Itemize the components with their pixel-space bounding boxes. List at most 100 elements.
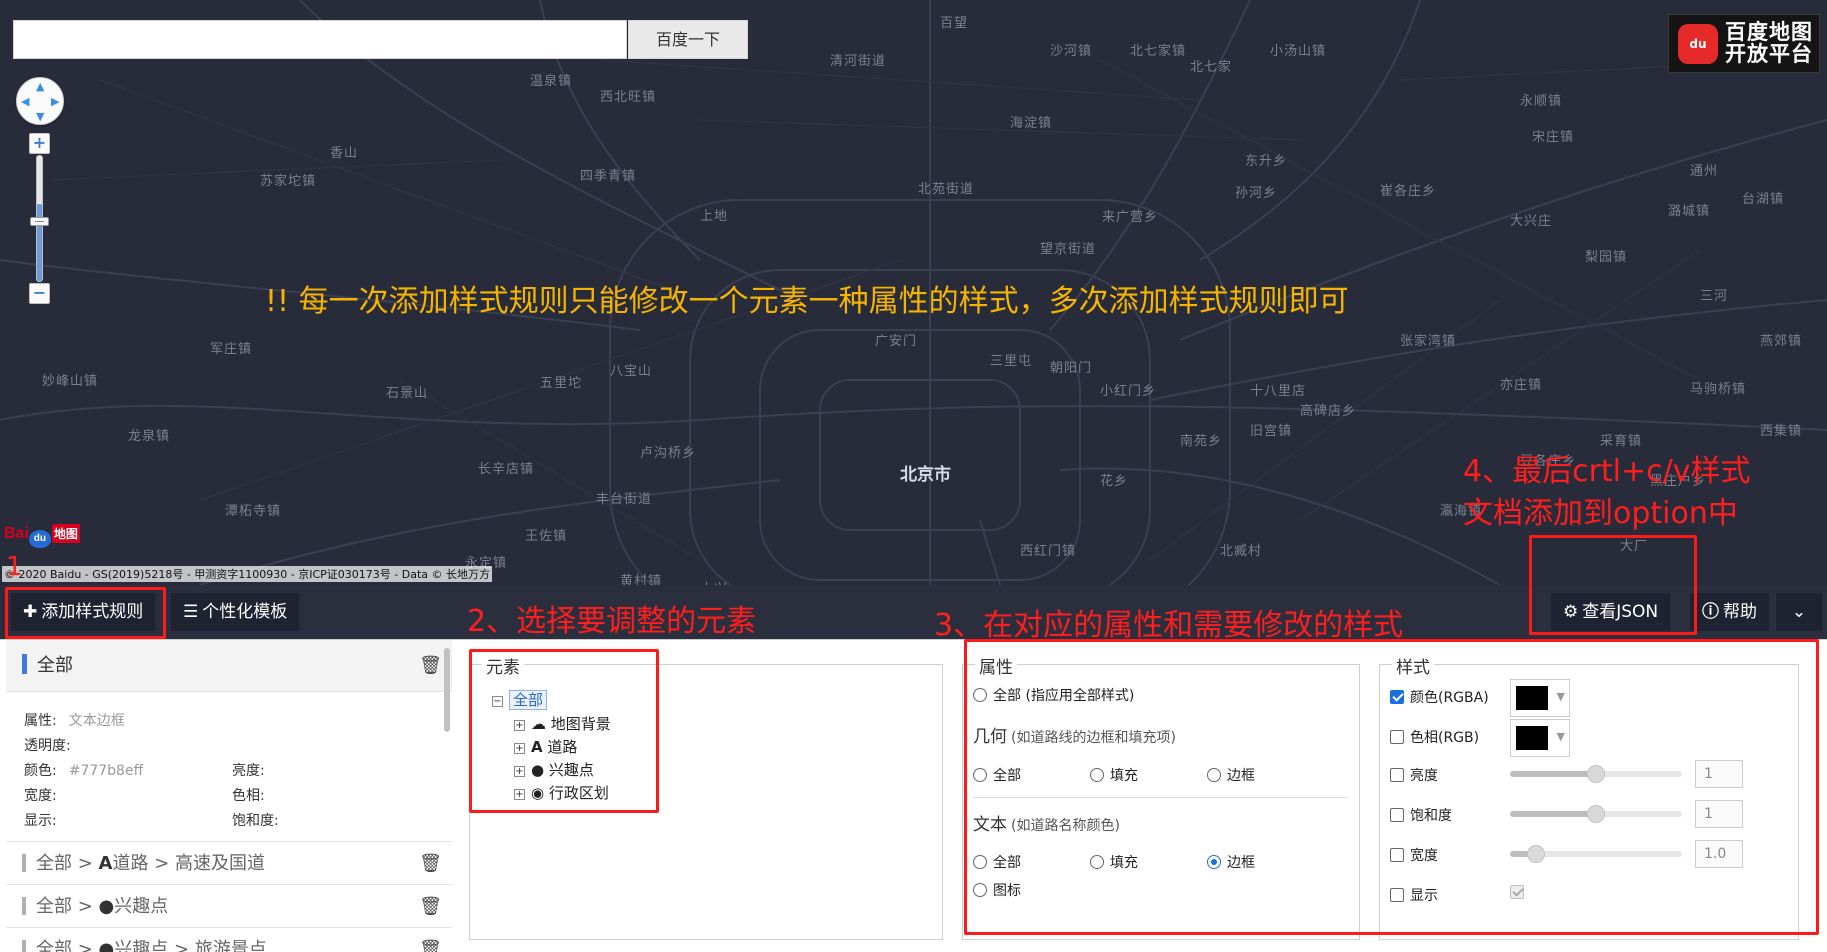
opacity-label: 透明度: bbox=[24, 738, 71, 754]
map-place-label: 南苑乡 bbox=[1180, 434, 1223, 449]
pan-right-icon[interactable]: ▶ bbox=[51, 96, 59, 107]
baidu-logo-text: Bai bbox=[4, 525, 29, 542]
trash-icon[interactable]: 🗑 bbox=[419, 842, 442, 885]
map-place-label: 潭柘寺镇 bbox=[225, 504, 282, 519]
search-input[interactable] bbox=[13, 20, 627, 59]
map-place-label: 王佐镇 bbox=[525, 529, 568, 544]
rule-marker bbox=[22, 897, 26, 915]
rule-item[interactable]: 全部 > ●兴趣点 🗑 bbox=[6, 885, 452, 928]
map-place-label: 来广营乡 bbox=[1102, 210, 1159, 225]
template-button[interactable]: ☰ 个性化模板 bbox=[171, 593, 300, 631]
map-place-label: 沙河镇 bbox=[1050, 44, 1093, 59]
attr-label: 属性: bbox=[24, 713, 57, 729]
chevron-down-icon: ⌄ bbox=[1791, 602, 1807, 622]
map-place-label: 张家湾镇 bbox=[1400, 334, 1457, 349]
pan-down-icon[interactable]: ▼ bbox=[36, 111, 44, 122]
map-place-label: 梨园镇 bbox=[1585, 250, 1628, 265]
list-icon: ☰ bbox=[183, 602, 199, 622]
annotation-tip: !! 每一次添加样式规则只能修改一个元素一种属性的样式，多次添加样式规则即可 bbox=[265, 284, 1349, 319]
map-place-label: 丰台街道 bbox=[596, 492, 653, 507]
rule-detail: 属性: 文本边框 透明度: 颜色: #777b8eff 亮度: 宽度: 色相: 显示… bbox=[6, 692, 452, 842]
map-place-label: 三里屯 bbox=[990, 354, 1033, 369]
annotation-box-step1 bbox=[5, 587, 166, 639]
map-place-label: 香山 bbox=[330, 146, 359, 161]
zoom-slider-thumb[interactable] bbox=[30, 217, 49, 226]
map-place-label: 潞城镇 bbox=[1668, 204, 1711, 219]
rule-item[interactable]: 全部 > A道路 > 高速及国道 🗑 bbox=[6, 842, 452, 885]
template-label: 个性化模板 bbox=[202, 602, 288, 622]
copyright-text: © 2020 Baidu - GS(2019)5218号 - 甲测资字11009… bbox=[2, 566, 493, 582]
map-place-label: 朝阳门 bbox=[1050, 361, 1093, 376]
map-place-label: 小红门乡 bbox=[1100, 384, 1157, 399]
map-place-label: 宋庄镇 bbox=[1532, 130, 1575, 145]
map-place-label: 温泉镇 bbox=[530, 74, 573, 89]
map-place-label: 三河 bbox=[1700, 289, 1729, 304]
map-place-label: 百望 bbox=[940, 16, 969, 31]
map-canvas[interactable]: 北京市百望北安河沙河镇北七家镇小汤山镇温泉镇西北旺镇上地清河街道北七家苏家坨镇海… bbox=[0, 0, 1827, 585]
help-button[interactable]: ⓘ 帮助 bbox=[1690, 593, 1769, 631]
annotation-box-step3 bbox=[964, 639, 1819, 935]
brightness-label: 亮度: bbox=[232, 763, 265, 779]
map-place-label: 四季青镇 bbox=[580, 169, 637, 184]
pan-control[interactable]: ▲ ▼ ◀ ▶ bbox=[16, 77, 64, 125]
trash-icon[interactable]: 🗑 bbox=[419, 640, 442, 692]
poi-icon: ● bbox=[98, 896, 115, 917]
hue-label: 色相: bbox=[232, 788, 265, 804]
map-place-label: 西集镇 bbox=[1760, 424, 1803, 439]
trash-icon[interactable]: 🗑 bbox=[419, 885, 442, 928]
visible-label: 显示: bbox=[24, 813, 57, 829]
map-place-label: 崔各庄乡 bbox=[1380, 184, 1437, 199]
saturation-label: 饱和度: bbox=[232, 813, 279, 829]
map-place-label: 卢沟桥乡 bbox=[640, 446, 697, 461]
annotation-step4-line2: 文档添加到option中 bbox=[1463, 496, 1738, 531]
rule-path: 全部 > bbox=[36, 939, 99, 952]
map-place-label: 孙河乡 bbox=[1235, 186, 1278, 201]
map-place-label: 长辛店镇 bbox=[478, 462, 535, 477]
pan-up-icon[interactable]: ▲ bbox=[36, 81, 44, 92]
map-place-label: 高碑店乡 bbox=[1300, 404, 1357, 419]
help-label: 帮助 bbox=[1723, 602, 1757, 622]
annotation-step1: 1 bbox=[6, 552, 23, 582]
color-label: 颜色: bbox=[24, 763, 57, 779]
zoom-out-button[interactable]: − bbox=[29, 283, 50, 304]
zoom-in-button[interactable]: + bbox=[29, 133, 50, 154]
rule-selected-header[interactable]: 全部 🗑 bbox=[6, 640, 452, 692]
map-place-label: 妙峰山镇 bbox=[42, 374, 99, 389]
baidu-map-logo: Bai du 地图 bbox=[4, 524, 80, 548]
rules-scrollbar[interactable] bbox=[444, 648, 450, 732]
map-place-label: 北七家 bbox=[1190, 60, 1233, 75]
rule-marker bbox=[22, 940, 26, 952]
map-place-label: 望京街道 bbox=[1040, 242, 1097, 257]
annotation-step3: 3、在对应的属性和需要修改的样式 bbox=[934, 608, 1404, 643]
map-place-label: 西红门镇 bbox=[1020, 544, 1077, 559]
map-place-label: 旧宫镇 bbox=[1250, 424, 1293, 439]
collapse-button[interactable]: ⌄ bbox=[1776, 593, 1822, 631]
map-place-label: 台湖镇 bbox=[1742, 192, 1785, 207]
lbs-logo-text: 百度地图开放平台 bbox=[1725, 20, 1813, 66]
rule-path: 全部 > bbox=[36, 853, 99, 874]
paw-icon: du bbox=[28, 530, 51, 548]
annotation-step2: 2、选择要调整的元素 bbox=[467, 604, 757, 639]
map-place-label: 苏家坨镇 bbox=[260, 174, 317, 189]
rule-item[interactable]: 全部 > ●兴趣点 > 旅游景点 🗑 bbox=[6, 928, 452, 952]
baidu-lbs-logo: du 百度地图开放平台 bbox=[1668, 14, 1820, 73]
map-place-label: 海淀镇 bbox=[1010, 116, 1053, 131]
pan-left-icon[interactable]: ◀ bbox=[21, 96, 29, 107]
map-place-label: 广安门 bbox=[875, 334, 918, 349]
map-city-label: 北京市 bbox=[900, 465, 951, 485]
map-place-label: 八宝山 bbox=[610, 364, 653, 379]
map-place-label: 马驹桥镇 bbox=[1690, 382, 1747, 397]
map-pin-logo-icon: du bbox=[1678, 24, 1718, 64]
map-place-label: 十八里店 bbox=[1250, 384, 1307, 399]
annotation-box-step4 bbox=[1529, 535, 1697, 635]
rule-element: 兴趣点 bbox=[114, 896, 169, 917]
rules-list: 全部 🗑 属性: 文本边框 透明度: 颜色: #777b8eff 亮度: 宽度: 色… bbox=[6, 640, 452, 952]
map-place-label: 东升乡 bbox=[1245, 154, 1288, 169]
rule-sub-element: > 旅游景点 bbox=[168, 939, 267, 952]
map-place-label: 黄村镇 bbox=[620, 574, 663, 585]
map-place-label: 石景山 bbox=[386, 386, 429, 401]
search-button[interactable]: 百度一下 bbox=[628, 20, 748, 59]
poi-icon: ● bbox=[98, 939, 115, 952]
rule-path: 全部 > bbox=[36, 896, 99, 917]
trash-icon[interactable]: 🗑 bbox=[419, 928, 442, 952]
